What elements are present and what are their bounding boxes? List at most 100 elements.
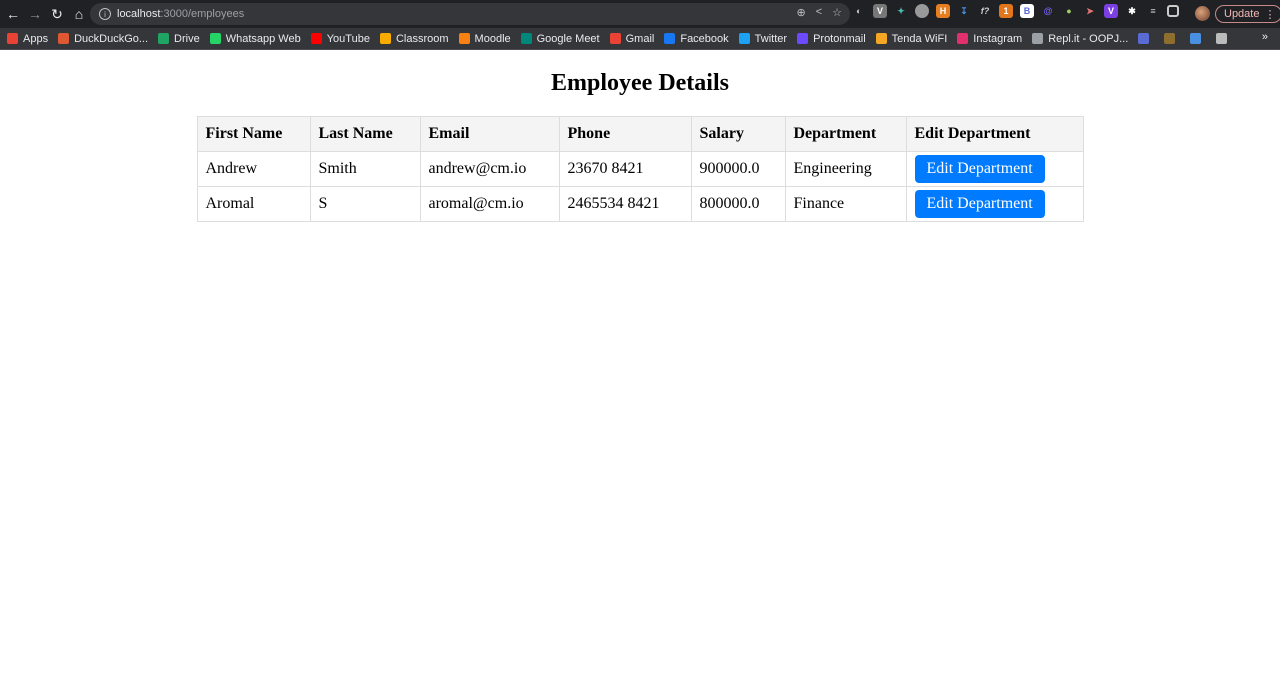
protonmail-icon [797,33,809,44]
bookmark-label: Google Meet [536,32,600,45]
facebook-icon [664,33,676,44]
bookmark-facebook[interactable]: Facebook [664,32,729,45]
site-info-icon[interactable]: i [99,8,111,20]
header-department: Department [784,116,907,152]
header-first-name: First Name [196,116,311,152]
update-label: Update [1224,8,1260,20]
extension-icon[interactable]: @ [1041,4,1055,18]
whatsapp-icon [209,33,221,44]
bookmark-label: Apps [23,32,49,45]
bookmark-duckduckgo[interactable]: DuckDuckGo... [58,33,148,45]
bookmark-twitter[interactable]: Twitter [738,32,788,45]
zoom-icon[interactable]: ⊕ [796,6,805,19]
cell-last-name: Smith [309,151,421,187]
extensions-bar: ◐ V ✦ H ↧ f? 1 B @ ● ➤ V ✱ ≡ [852,4,1179,18]
header-email: Email [419,116,560,152]
bookmark-label: Instagram [973,32,1023,45]
table-row: Aromal S aromal@cm.io 2465534 8421 80000… [196,186,1084,222]
extension-icon[interactable]: ✦ [894,4,908,18]
extensions-puzzle-icon[interactable]: ✱ [1125,4,1139,18]
bookmark-favicon-icon [1216,33,1228,44]
cell-first-name: Aromal [196,186,311,222]
share-icon[interactable]: < [816,6,822,19]
bookmark-label: Whatsapp Web [225,32,301,45]
menu-kebab-icon[interactable]: ⋮ [1264,8,1275,21]
extension-icon[interactable]: H [936,4,950,18]
extension-v-icon[interactable]: V [1104,4,1118,18]
extension-icon[interactable]: ◐ [852,4,866,18]
address-bar[interactable]: i localhost:3000/employees ⊕ < ☆ [90,3,850,25]
bookmark-whatsapp-web[interactable]: Whatsapp Web [209,32,301,45]
youtube-icon [310,33,322,44]
extension-icon[interactable]: ➤ [1083,4,1097,18]
bookmark-label: DuckDuckGo... [74,32,149,45]
header-edit-department: Edit Department [905,116,1084,152]
bookmarks-bar: Apps DuckDuckGo... Drive Whatsapp Web YouTub… [0,28,1280,50]
bookmark-favicon-icon [1190,33,1202,44]
header-last-name: Last Name [309,116,421,152]
cell-phone: 2465534 8421 [558,186,692,222]
apps-grid-icon [7,33,18,44]
edit-department-button[interactable]: Edit Department [914,155,1045,183]
extension-v-icon[interactable]: V [873,4,887,18]
edit-department-button[interactable]: Edit Department [914,190,1045,218]
bookmark-icon-only[interactable] [1138,33,1154,44]
employee-table: First Name Last Name Email Phone Salary … [196,116,1084,222]
extension-icon[interactable]: ● [1062,4,1076,18]
bookmark-instagram[interactable]: Instagram [957,33,1022,45]
bookmarks-overflow-button[interactable]: » [1262,31,1268,43]
table-header-row: First Name Last Name Email Phone Salary … [196,116,1084,152]
download-icon[interactable]: ↧ [957,4,971,18]
google-drive-icon [158,33,170,44]
gmail-icon [609,33,621,44]
cell-department: Finance [784,186,907,222]
bookmark-label: Moodle [474,32,511,45]
cell-salary: 800000.0 [690,186,786,222]
bookmark-label: Drive [174,32,200,45]
twitter-icon [738,33,750,44]
tenda-icon [875,33,887,44]
cell-email: andrew@cm.io [419,151,560,187]
bookmark-label: Twitter [754,32,788,45]
extension-icon[interactable]: f? [978,4,992,18]
media-control-icon[interactable]: ≡ [1146,4,1160,18]
bookmark-star-icon[interactable]: ☆ [832,6,842,19]
bookmark-drive[interactable]: Drive [158,33,200,45]
profile-avatar[interactable] [1195,6,1210,21]
bookmark-label: Gmail [625,32,655,45]
side-panel-icon[interactable] [1167,5,1179,17]
metamask-icon[interactable]: 1 [999,4,1013,18]
cell-department: Engineering [784,151,907,187]
header-salary: Salary [690,116,786,152]
forward-arrow-icon[interactable]: → [24,3,46,25]
bookmark-tenda-wifi[interactable]: Tenda WiFI [875,33,947,45]
reload-icon[interactable]: ↻ [46,3,68,25]
back-arrow-icon[interactable]: ← [2,3,24,25]
bookmark-protonmail[interactable]: Protonmail [797,33,866,45]
update-button[interactable]: Update ⋮ [1215,5,1280,23]
bookmark-icon-only[interactable] [1164,33,1180,44]
url-text: localhost:3000/employees [117,8,244,20]
extension-icon[interactable]: B [1020,4,1034,18]
bookmark-youtube[interactable]: YouTube [310,33,370,45]
bookmark-google-meet[interactable]: Google Meet [520,32,600,45]
cell-action: Edit Department [905,186,1084,222]
bookmark-gmail[interactable]: Gmail [609,32,655,45]
bookmark-label: Protonmail [813,32,866,45]
url-path: :3000/employees [160,8,245,20]
bookmark-icon-only[interactable] [1216,33,1232,44]
bookmark-moodle[interactable]: Moodle [458,32,511,45]
home-icon[interactable]: ⌂ [68,3,90,25]
bookmark-repl-it-oopj[interactable]: Repl.it - OOPJ... [1032,33,1128,45]
google-meet-icon [520,33,532,44]
cell-first-name: Andrew [196,151,311,187]
cell-phone: 23670 8421 [558,151,692,187]
bookmark-apps[interactable]: Apps [7,33,48,45]
extension-icon[interactable] [915,4,929,18]
bookmark-classroom[interactable]: Classroom [379,32,449,45]
bookmark-label: Facebook [680,32,729,45]
cell-email: aromal@cm.io [419,186,560,222]
cell-action: Edit Department [905,151,1084,187]
bookmark-label: Classroom [395,32,449,45]
bookmark-icon-only[interactable] [1190,33,1206,44]
